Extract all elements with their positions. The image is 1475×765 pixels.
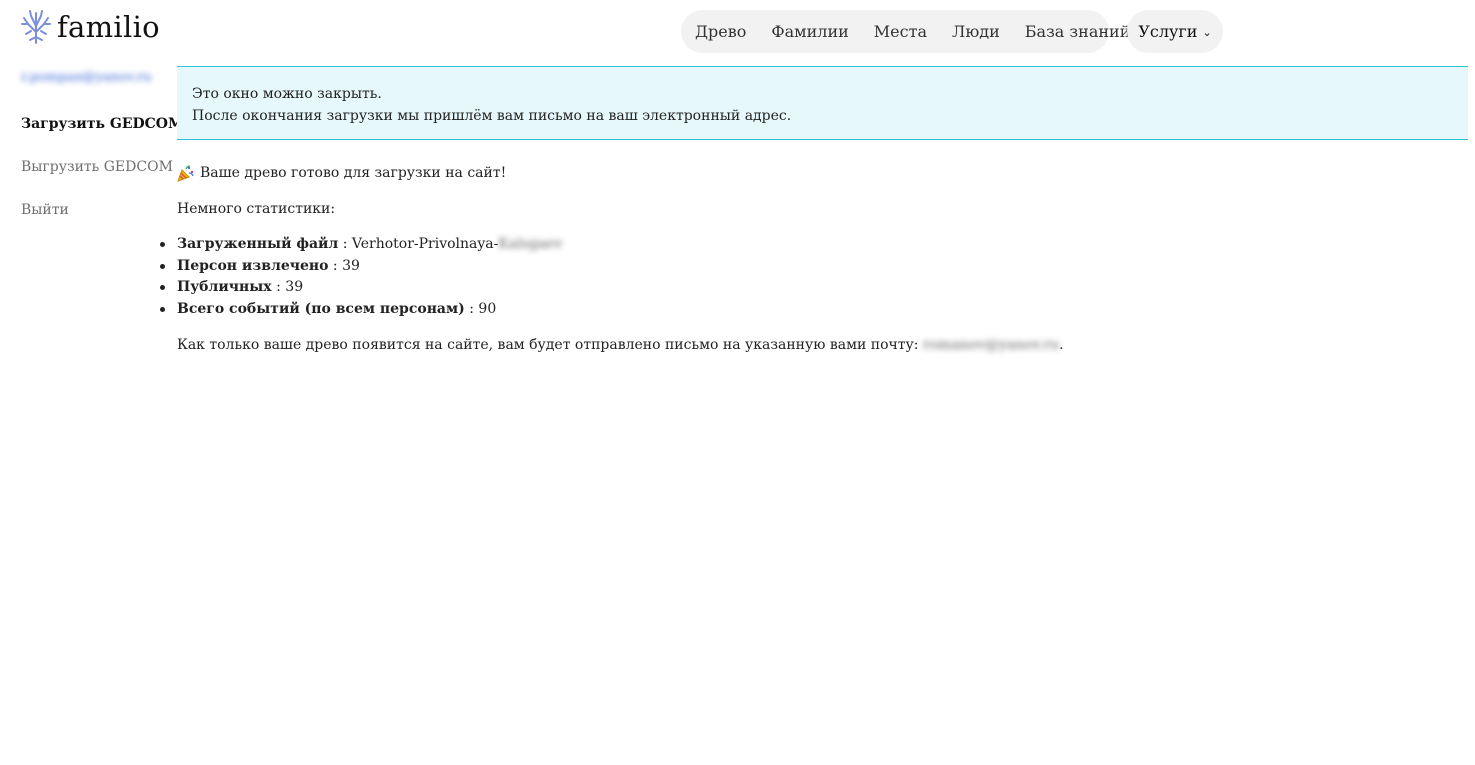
stat-label: Персон извлечено — [177, 257, 329, 274]
ready-message: Ваше древо готово для загрузки на сайт! — [177, 162, 1457, 184]
stat-label: Всего событий (по всем персонам) — [177, 300, 465, 317]
sidebar-item-export-gedcom[interactable]: Выгрузить GEDCOM — [21, 158, 173, 176]
stat-total-events: Всего событий (по всем персонам) : 90 — [160, 299, 1457, 321]
sidebar: r.pompan@yanov.ru Загрузить GEDCOM Выгру… — [21, 66, 183, 219]
sidebar-item-upload-gedcom[interactable]: Загрузить GEDCOM — [21, 115, 183, 133]
final-text: Как только ваше древо появится на сайте,… — [177, 337, 919, 353]
stat-public: Публичных : 39 — [160, 277, 1457, 299]
stat-label: Загруженный файл — [177, 236, 339, 252]
stats-title: Немного статистики: — [177, 201, 336, 217]
logo-text: familio — [57, 10, 160, 44]
main-content: Ваше древо готово для загрузки на сайт! … — [160, 162, 1457, 356]
main-nav: Древо Фамилии Места Люди База знаний — [681, 10, 1130, 53]
alert-line-1: Это окно можно закрыть. — [192, 86, 382, 102]
nav-item-tree[interactable]: Древо — [695, 22, 746, 41]
info-alert: Это окно можно закрыть. После окончания … — [177, 66, 1468, 140]
nav-item-knowledge-base[interactable]: База знаний — [1025, 22, 1131, 41]
party-popper-icon — [177, 164, 194, 182]
stat-uploaded-file: Загруженный файл : Verhotor-Privolnaya-K… — [160, 234, 1457, 256]
user-email: r.pompan@yanov.ru — [21, 70, 152, 85]
stats-list: Загруженный файл : Verhotor-Privolnaya-K… — [160, 234, 1457, 321]
stat-label: Публичных — [177, 279, 272, 295]
stat-value: 39 — [342, 257, 360, 274]
final-period: . — [1059, 337, 1064, 353]
services-label: Услуги — [1138, 22, 1198, 41]
final-message: Как только ваше древо появится на сайте,… — [177, 334, 1457, 356]
nav-item-places[interactable]: Места — [874, 22, 927, 41]
tree-icon — [21, 10, 51, 44]
nav-item-surnames[interactable]: Фамилии — [771, 22, 848, 41]
nav-item-people[interactable]: Люди — [952, 22, 1000, 41]
stat-persons-extracted: Персон извлечено : 39 — [160, 256, 1457, 278]
logo-link[interactable]: familio — [20, 10, 160, 44]
stat-value: Verhotor-Privolnaya- — [351, 236, 499, 252]
stat-value: 39 — [285, 279, 304, 295]
stat-value-blurred: Kalsgaev — [498, 236, 563, 252]
final-email: romanov@yanov.ru — [922, 337, 1060, 353]
alert-line-2: После окончания загрузки мы пришлём вам … — [192, 108, 792, 124]
ready-text: Ваше древо готово для загрузки на сайт! — [200, 165, 507, 181]
chevron-down-icon: ⌄ — [1202, 26, 1212, 39]
services-dropdown[interactable]: Услуги ⌄ — [1127, 10, 1223, 53]
stat-value: 90 — [478, 300, 497, 317]
sidebar-item-logout[interactable]: Выйти — [21, 201, 171, 219]
header: familio Древо Фамилии Места Люди База зн… — [0, 0, 1475, 62]
